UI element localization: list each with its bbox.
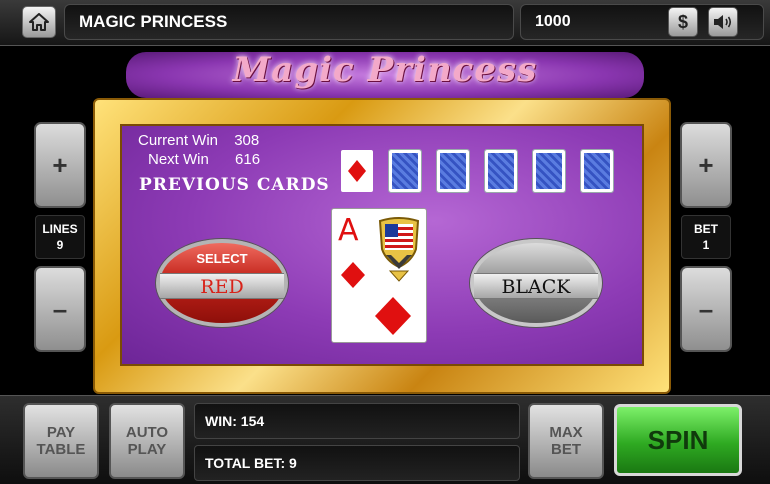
autoplay-button[interactable]: AUTO PLAY [109, 403, 185, 479]
black-button[interactable]: BLACK [470, 239, 602, 327]
previous-card-back [484, 149, 518, 193]
previous-card-back [436, 149, 470, 193]
max-bet-button[interactable]: MAX BET [528, 403, 604, 479]
sound-button[interactable] [708, 7, 738, 37]
bet-plus-button[interactable]: + [680, 122, 732, 208]
bet-value: 1 [702, 238, 710, 252]
playing-card: A [331, 208, 427, 343]
current-win-row: Current Win 308 [138, 132, 259, 149]
spin-button[interactable]: SPIN [614, 404, 742, 476]
paytable-button[interactable]: PAY TABLE [23, 403, 99, 479]
plus-icon: + [52, 149, 68, 180]
total-bet-field: TOTAL BET: 9 [194, 445, 520, 481]
credits-value: 1000 [535, 13, 571, 30]
lines-display: LINES 9 [35, 215, 85, 259]
top-bar: MAGIC PRINCESS 1000 $ [0, 0, 770, 46]
diamond-icon [341, 262, 365, 288]
previous-card-back [388, 149, 422, 193]
win-label: WIN: [205, 413, 237, 429]
previous-card [341, 150, 373, 192]
minus-icon: – [698, 293, 714, 324]
lines-label: LINES [42, 222, 78, 236]
current-win-label: Current Win [138, 132, 219, 149]
bet-display: BET 1 [681, 215, 731, 259]
card-rank: A [338, 213, 359, 248]
bet-minus-button[interactable]: – [680, 266, 732, 352]
diamond-icon [348, 160, 366, 182]
game-title: MAGIC PRINCESS [64, 4, 514, 40]
red-button[interactable]: SELECT RED [156, 239, 288, 327]
plus-icon: + [698, 149, 714, 180]
bet-label: BET [694, 222, 718, 236]
speaker-icon [714, 15, 732, 29]
lines-minus-button[interactable]: – [34, 266, 86, 352]
total-bet-label: TOTAL BET: [205, 455, 286, 471]
red-label: RED [160, 273, 284, 299]
game-logo: Magic Princess [232, 50, 538, 90]
win-field: WIN: 154 [194, 403, 520, 439]
previous-card-back [580, 149, 614, 193]
current-win-value: 308 [234, 132, 260, 149]
win-value: 154 [240, 413, 265, 429]
previous-cards-label: PREVIOUS CARDS [139, 175, 330, 195]
total-bet-value: 9 [289, 455, 297, 471]
select-label: SELECT [196, 251, 248, 266]
cashier-button[interactable]: $ [668, 7, 698, 37]
next-win-row: Next Win 616 [148, 151, 260, 168]
home-icon [29, 13, 49, 31]
next-win-value: 616 [235, 151, 261, 168]
lines-plus-button[interactable]: + [34, 122, 86, 208]
next-win-label: Next Win [148, 151, 209, 168]
diamond-icon [375, 297, 411, 335]
dollar-icon: $ [677, 11, 688, 32]
shield-flag-icon [378, 217, 420, 282]
lines-value: 9 [56, 238, 64, 252]
previous-card-back [532, 149, 566, 193]
minus-icon: – [52, 293, 68, 324]
black-label: BLACK [474, 273, 598, 299]
home-button[interactable] [22, 6, 56, 38]
